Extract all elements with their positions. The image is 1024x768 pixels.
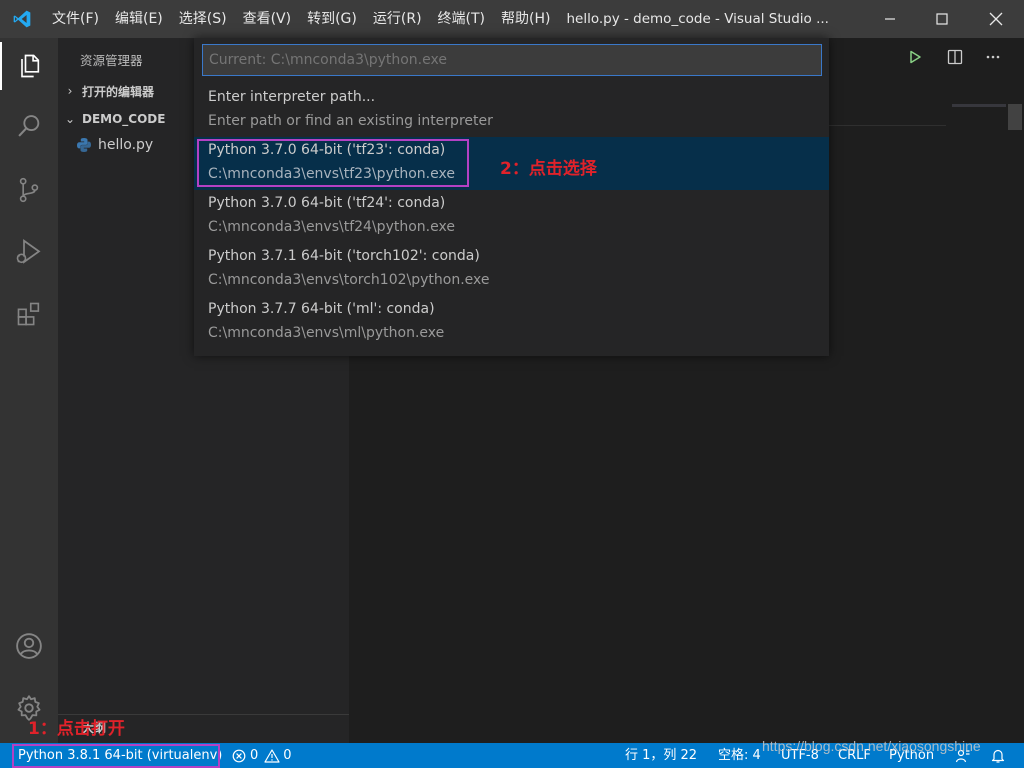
vscode-logo-icon [0,0,44,38]
activity-source-control[interactable] [0,166,58,214]
source-control-icon [19,177,39,203]
minimize-icon [885,18,895,20]
activity-bar [0,38,58,743]
activity-run-debug[interactable] [0,228,58,276]
activity-search[interactable] [0,102,58,150]
watermark-text: https://blog.csdn.net/xiaosongshine [762,738,981,754]
search-icon [18,115,40,137]
close-icon [989,12,1003,26]
option-label: Python 3.7.1 64-bit ('torch102': conda) [208,248,480,264]
run-debug-icon [16,239,41,264]
error-icon [232,749,246,762]
activity-explorer[interactable] [0,42,58,90]
bell-icon [991,749,1005,763]
cursor-position-status[interactable]: 行 1，列 22 [625,743,697,768]
editor-scrollbar[interactable] [1008,104,1022,130]
option-detail: C:\mnconda3\envs\ml\python.exe [208,325,445,341]
option-label: Python 3.7.7 64-bit ('ml': conda) [208,301,435,317]
run-python-button[interactable] [900,42,930,72]
indentation-status[interactable]: 空格: 4 [718,743,761,768]
warning-icon [264,748,280,763]
interpreter-quick-pick: Enter interpreter path... Enter path or … [194,38,829,356]
minimap[interactable] [952,104,1006,107]
file-item-hello-py[interactable]: hello.py [76,134,153,156]
annotation-highlight-option [197,139,469,187]
interpreter-search-input[interactable] [202,44,822,76]
annotation-step-1: 1：点击打开 [28,719,125,739]
menu-edit[interactable]: 编辑(E) [107,0,171,38]
explorer-icon [21,54,40,78]
menu-bar: 文件(F) 编辑(E) 选择(S) 查看(V) 转到(G) 运行(R) 终端(T… [44,0,558,38]
minimize-button[interactable] [864,0,916,38]
interpreter-option-enter-path[interactable]: Enter interpreter path... Enter path or … [194,84,829,137]
active-indicator [0,42,2,90]
close-button[interactable] [970,0,1022,38]
error-count: 0 [250,748,259,763]
maximize-button[interactable] [916,0,968,38]
menu-go[interactable]: 转到(G) [299,0,365,38]
option-label: Python 3.7.0 64-bit ('tf24': conda) [208,195,446,211]
more-actions-button[interactable] [978,42,1008,72]
option-detail: Enter path or find an existing interpret… [208,113,493,129]
menu-selection[interactable]: 选择(S) [171,0,235,38]
option-label: Enter interpreter path... [208,89,376,105]
interpreter-option-ml[interactable]: Python 3.7.7 64-bit ('ml': conda) C:\mnc… [194,296,829,349]
interpreter-option-tf24[interactable]: Python 3.7.0 64-bit ('tf24': conda) C:\m… [194,190,829,243]
menu-run[interactable]: 运行(R) [365,0,430,38]
menu-help[interactable]: 帮助(H) [493,0,558,38]
menu-terminal[interactable]: 终端(T) [430,0,493,38]
problems-status[interactable]: 0 0 [232,743,292,768]
play-icon [910,50,921,64]
accounts-icon [16,633,42,659]
option-detail: C:\mnconda3\envs\tf24\python.exe [208,219,455,235]
activity-extensions[interactable] [0,290,58,338]
python-file-icon [77,138,91,152]
menu-view[interactable]: 查看(V) [235,0,300,38]
interpreter-option-torch102[interactable]: Python 3.7.1 64-bit ('torch102': conda) … [194,243,829,296]
title-bar: 文件(F) 编辑(E) 选择(S) 查看(V) 转到(G) 运行(R) 终端(T… [0,0,1024,38]
split-editor-icon [947,49,963,65]
extensions-icon [17,302,40,326]
window-title: hello.py - demo_code - Visual Studio ... [566,11,829,27]
annotation-highlight-interpreter [12,744,220,768]
sidebar-title: 资源管理器 [80,53,143,68]
warning-count: 0 [283,748,292,763]
file-name: hello.py [98,137,154,153]
activity-accounts[interactable] [0,622,58,670]
notifications-button[interactable] [988,746,1008,766]
split-editor-button[interactable] [940,42,970,72]
maximize-icon [936,13,948,25]
open-editors-label: 打开的编辑器 [82,84,155,99]
menu-file[interactable]: 文件(F) [44,0,107,38]
ellipsis-icon [986,55,1000,59]
chevron-down-icon: ⌄ [64,112,76,126]
folder-label: DEMO_CODE [82,112,166,126]
chevron-right-icon: › [67,84,73,98]
option-detail: C:\mnconda3\envs\torch102\python.exe [208,272,490,288]
annotation-step-2: 2：点击选择 [500,159,597,179]
